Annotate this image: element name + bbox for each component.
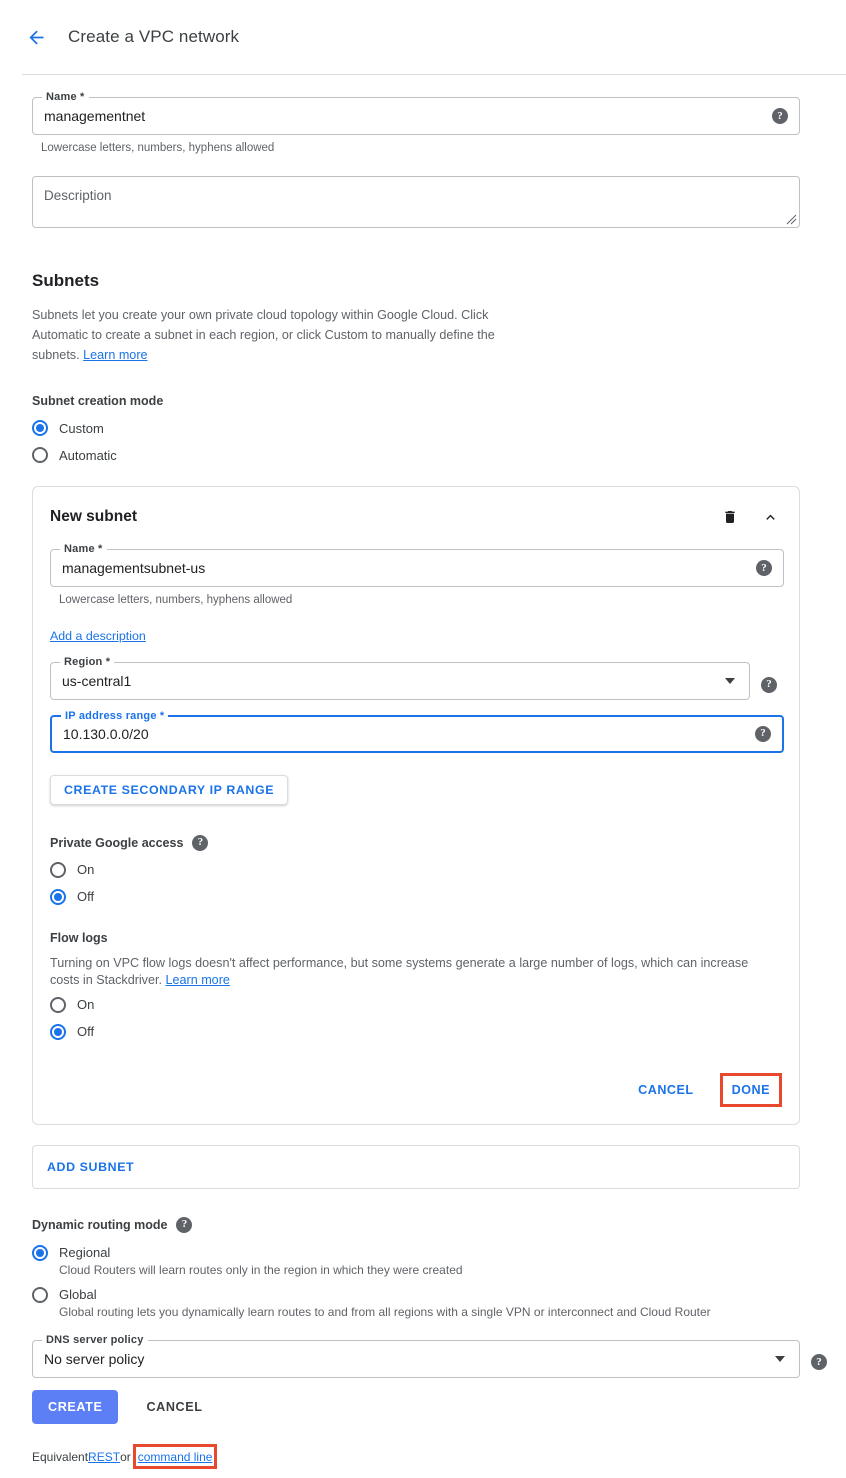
subnet-done-button[interactable]: DONE <box>723 1076 779 1104</box>
radio-label-private-access-off: Off <box>77 889 95 904</box>
radio-flow-logs-on[interactable]: On <box>50 996 782 1013</box>
subnet-name-value: managementsubnet-us <box>62 560 206 576</box>
help-icon[interactable]: ? <box>772 108 788 124</box>
add-description-link[interactable]: Add a description <box>50 629 146 643</box>
radio-icon-flow-logs-off <box>50 1023 66 1040</box>
dynamic-routing-row: Dynamic routing mode ? <box>32 1216 846 1233</box>
subnet-name-helper: Lowercase letters, numbers, hyphens allo… <box>59 594 293 606</box>
page-header: Create a VPC network <box>22 0 846 75</box>
flow-logs-label: Flow logs <box>50 930 108 945</box>
routing-global-description: Global routing lets you dynamically lear… <box>59 1304 711 1319</box>
trash-icon[interactable] <box>718 505 742 529</box>
footer-actions: CREATE CANCEL <box>32 1390 846 1424</box>
new-subnet-card-actions: CANCEL DONE <box>50 1072 782 1107</box>
radio-label-routing-regional: Regional <box>59 1245 111 1260</box>
radio-flow-logs-off[interactable]: Off <box>50 1023 782 1040</box>
new-subnet-title: New subnet <box>50 508 137 525</box>
dns-server-policy-label: DNS server policy <box>42 1333 148 1346</box>
dynamic-routing-label: Dynamic routing mode <box>32 1217 168 1232</box>
command-line-link[interactable]: command line <box>138 1450 213 1464</box>
equivalent-links: Equivalent REST or command line <box>32 1444 846 1469</box>
help-icon[interactable]: ? <box>176 1216 193 1233</box>
description-placeholder: Description <box>44 188 112 203</box>
radio-label-automatic: Automatic <box>59 447 117 463</box>
radio-icon-private-access-on <box>50 861 66 878</box>
create-secondary-ip-range-button[interactable]: CREATE SECONDARY IP RANGE <box>50 774 289 805</box>
ip-address-range-label: IP address range * <box>61 709 169 722</box>
page-title: Create a VPC network <box>68 27 240 46</box>
help-icon[interactable]: ? <box>761 676 777 693</box>
chevron-up-icon[interactable] <box>758 505 782 529</box>
radio-subnet-mode-custom[interactable]: Custom <box>32 420 846 436</box>
flow-logs-learn-more-link[interactable]: Learn more <box>165 973 229 987</box>
private-google-access-row: Private Google access ? <box>50 834 782 851</box>
subnet-creation-mode-label: Subnet creation mode <box>32 394 164 408</box>
footer-cancel-button[interactable]: CANCEL <box>134 1400 214 1414</box>
help-icon[interactable]: ? <box>192 834 209 851</box>
radio-label-routing-global: Global <box>59 1287 97 1302</box>
network-name-label: Name * <box>42 91 89 103</box>
subnets-learn-more-link[interactable]: Learn more <box>83 348 147 362</box>
radio-private-access-on[interactable]: On <box>50 861 782 878</box>
create-button[interactable]: CREATE <box>32 1390 119 1424</box>
dns-server-policy-value: No server policy <box>44 1350 145 1367</box>
radio-icon-routing-regional <box>32 1244 48 1261</box>
equivalent-prefix: Equivalent <box>32 1449 89 1464</box>
radio-icon-automatic <box>32 447 48 463</box>
region-value: us-central1 <box>62 673 132 689</box>
dns-server-policy-select[interactable]: DNS server policy No server policy <box>32 1333 800 1378</box>
region-label: Region * <box>60 656 115 668</box>
arrow-left-icon[interactable] <box>24 25 48 49</box>
region-select[interactable]: Region * us-central1 <box>50 656 750 700</box>
ip-address-range-field[interactable]: IP address range * 10.130.0.0/20 ? <box>50 709 784 753</box>
radio-label-private-access-on: On <box>77 862 95 877</box>
rest-link[interactable]: REST <box>88 1450 120 1464</box>
subnet-name-label: Name * <box>60 543 107 555</box>
radio-label-flow-logs-on: On <box>77 997 95 1012</box>
routing-regional-description: Cloud Routers will learn routes only in … <box>59 1262 463 1277</box>
resize-handle-icon[interactable] <box>785 213 797 225</box>
add-subnet-card[interactable]: ADD SUBNET <box>32 1144 800 1189</box>
radio-icon-custom <box>32 420 48 436</box>
subnets-description: Subnets let you create your own private … <box>32 305 514 365</box>
add-subnet-button[interactable]: ADD SUBNET <box>47 1160 134 1174</box>
network-name-field[interactable]: Name * managementnet ? <box>32 91 800 135</box>
help-icon[interactable]: ? <box>811 1354 827 1370</box>
network-name-value: managementnet <box>44 108 146 124</box>
radio-subnet-mode-automatic[interactable]: Automatic <box>32 447 846 463</box>
ip-address-range-value: 10.130.0.0/20 <box>63 725 149 742</box>
new-subnet-card: New subnet Name * managementsubnet-us ? … <box>32 486 800 1125</box>
radio-icon-private-access-off <box>50 888 66 905</box>
radio-icon-routing-global <box>32 1286 48 1303</box>
equivalent-or: or <box>120 1449 131 1464</box>
chevron-down-icon[interactable] <box>725 678 735 684</box>
description-textarea[interactable]: Description <box>32 176 800 228</box>
radio-label-custom: Custom <box>59 420 104 436</box>
help-icon[interactable]: ? <box>756 560 772 576</box>
subnets-heading: Subnets <box>32 271 100 290</box>
help-icon[interactable]: ? <box>755 725 771 742</box>
radio-private-access-off[interactable]: Off <box>50 888 782 905</box>
subnet-name-field[interactable]: Name * managementsubnet-us ? <box>50 543 784 587</box>
new-subnet-card-header: New subnet <box>50 505 782 529</box>
flow-logs-description: Turning on VPC flow logs doesn't affect … <box>50 955 772 989</box>
network-name-helper: Lowercase letters, numbers, hyphens allo… <box>41 142 275 154</box>
command-line-highlight: command line <box>132 1444 218 1469</box>
radio-routing-global[interactable]: Global <box>32 1286 846 1303</box>
chevron-down-icon[interactable] <box>775 1355 785 1362</box>
radio-label-flow-logs-off: Off <box>77 1024 95 1039</box>
done-button-highlight: DONE <box>719 1072 782 1107</box>
private-google-access-label: Private Google access <box>50 835 184 850</box>
flow-logs-description-text: Turning on VPC flow logs doesn't affect … <box>50 955 749 987</box>
radio-routing-regional[interactable]: Regional <box>32 1244 846 1261</box>
subnet-cancel-button[interactable]: CANCEL <box>629 1076 702 1104</box>
radio-icon-flow-logs-on <box>50 996 66 1013</box>
